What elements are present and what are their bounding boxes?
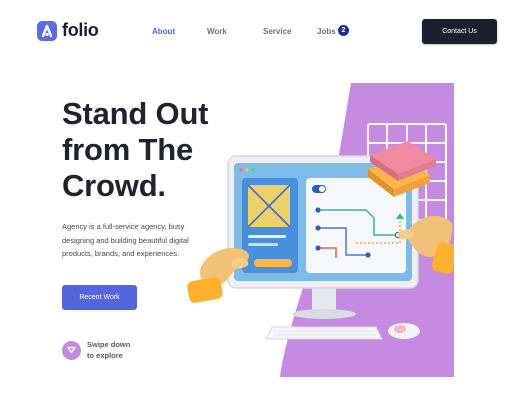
contact-us-button[interactable]: Contact Us: [422, 19, 497, 44]
nav-item-about[interactable]: About: [152, 27, 175, 36]
hero-description: Agency is a full-service agency, busy de…: [62, 222, 189, 258]
swipe-down-line: to explore: [87, 351, 123, 360]
nav-item-jobs[interactable]: Jobs: [317, 27, 336, 36]
top-bar: folio About Work Service Jobs 2 Contact …: [0, 0, 511, 64]
jobs-count-badge: 2: [338, 25, 349, 36]
swipe-down-hint[interactable]: Swipe down to explore: [62, 339, 130, 361]
nav-item-work[interactable]: Work: [207, 27, 227, 36]
swipe-down-line: Swipe down: [87, 340, 131, 349]
computer-hands-illustration: [187, 83, 454, 377]
recent-work-button[interactable]: Recent Work: [62, 285, 137, 310]
nav-item-service[interactable]: Service: [263, 27, 291, 36]
swipe-down-label: Swipe down to explore: [87, 339, 130, 361]
arrow-down-icon: [62, 340, 81, 360]
